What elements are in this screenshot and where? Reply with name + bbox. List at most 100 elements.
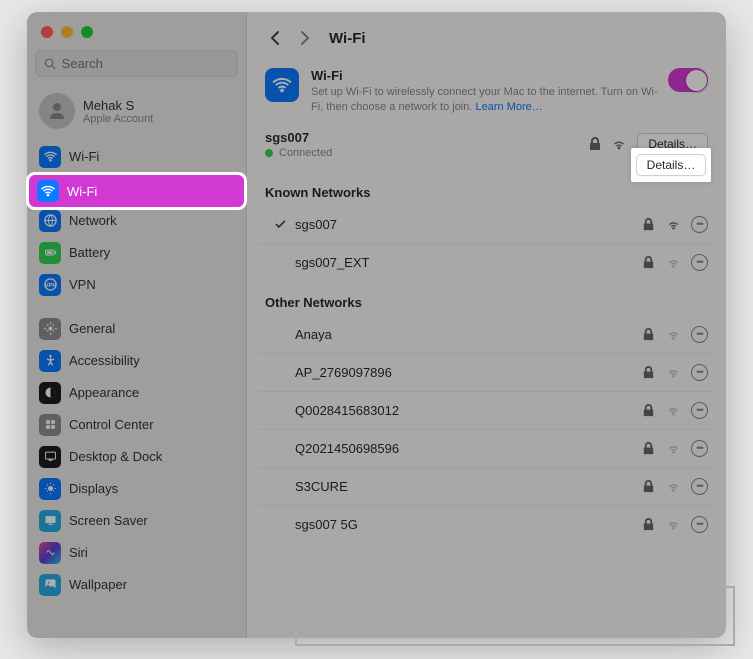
header: Wi-Fi xyxy=(247,12,726,58)
wifi-icon xyxy=(39,146,61,168)
wifi-signal-icon xyxy=(666,365,681,380)
sidebar-item-label: Desktop & Dock xyxy=(69,449,162,464)
sidebar-item-label: Screen Saver xyxy=(69,513,148,528)
more-options-button[interactable]: ••• xyxy=(691,326,708,343)
window-controls xyxy=(27,22,246,50)
network-row[interactable]: Q0028415683012 ••• xyxy=(257,392,716,430)
network-row[interactable]: Q2021450698596 ••• xyxy=(257,430,716,468)
wifi-toggle[interactable] xyxy=(668,68,708,92)
general-icon xyxy=(39,318,61,340)
lock-icon xyxy=(641,327,656,342)
lock-icon xyxy=(641,403,656,418)
more-options-button[interactable]: ••• xyxy=(691,440,708,457)
sidebar-item-battery[interactable]: Battery xyxy=(33,237,240,268)
sidebar-item-general[interactable]: General xyxy=(33,313,240,344)
sidebar-item-net[interactable]: Network xyxy=(33,205,240,236)
sidebar-item-label: Appearance xyxy=(69,385,139,400)
network-name: sgs007 xyxy=(295,217,641,232)
lock-icon xyxy=(641,217,656,232)
known-networks-list: sgs007 ••• sgs007_EXT ••• xyxy=(247,206,726,281)
sidebar-item-label: Wi-Fi xyxy=(69,149,99,164)
wifi-signal-icon xyxy=(666,327,681,342)
network-name: S3CURE xyxy=(295,479,641,494)
more-options-button[interactable]: ••• xyxy=(691,364,708,381)
wifi-hero: Wi-Fi Set up Wi-Fi to wirelessly connect… xyxy=(247,58,726,130)
network-row[interactable]: sgs007 ••• xyxy=(257,206,716,244)
lock-icon xyxy=(641,255,656,270)
sidebar-item-label: General xyxy=(69,321,115,336)
sidebar-item-cc[interactable]: Control Center xyxy=(33,409,240,440)
sidebar-item-desktop[interactable]: Desktop & Dock xyxy=(33,441,240,472)
appear-icon xyxy=(39,382,61,404)
network-row[interactable]: S3CURE ••• xyxy=(257,468,716,506)
learn-more-link[interactable]: Learn More… xyxy=(476,101,543,113)
wifi-hero-icon xyxy=(265,68,299,102)
lock-icon xyxy=(587,136,603,152)
search-icon xyxy=(44,57,57,71)
account-row[interactable]: Mehak S Apple Account xyxy=(27,87,246,141)
wifi-signal-icon xyxy=(666,441,681,456)
network-row[interactable]: sgs007_EXT ••• xyxy=(257,244,716,281)
sidebar-item-wallpaper[interactable]: Wallpaper xyxy=(33,569,240,600)
annotation-box xyxy=(295,586,735,646)
sidebar-item-label: Wallpaper xyxy=(69,577,127,592)
lock-icon xyxy=(641,517,656,532)
network-row[interactable]: Anaya ••• xyxy=(257,316,716,354)
details-button[interactable]: Details… xyxy=(636,154,707,176)
search-field[interactable] xyxy=(35,50,238,77)
account-subtitle: Apple Account xyxy=(83,113,153,125)
sidebar-item-label: Battery xyxy=(69,245,110,260)
wifi-signal-icon xyxy=(666,217,681,232)
wifi-signal-icon xyxy=(666,517,681,532)
close-button[interactable] xyxy=(41,26,53,38)
sidebar: Mehak S Apple Account Wi-FiBluetoothNetw… xyxy=(27,12,247,638)
more-options-button[interactable]: ••• xyxy=(691,216,708,233)
sidebar-item-acc[interactable]: Accessibility xyxy=(33,345,240,376)
main-content: Wi-Fi Wi-Fi Set up Wi-Fi to wirelessly c… xyxy=(247,12,726,638)
wifi-icon xyxy=(271,74,293,96)
back-button[interactable] xyxy=(263,26,287,50)
sidebar-item-vpn[interactable]: VPNVPN xyxy=(33,269,240,300)
sidebar-item-siri[interactable]: Siri xyxy=(33,537,240,568)
more-options-button[interactable]: ••• xyxy=(691,478,708,495)
checkmark-icon xyxy=(274,218,287,231)
wifi-signal-icon xyxy=(611,136,627,152)
maximize-button[interactable] xyxy=(81,26,93,38)
sidebar-item-label: Displays xyxy=(69,481,118,496)
network-row[interactable]: sgs007 5G ••• xyxy=(257,506,716,543)
hero-title: Wi-Fi xyxy=(311,68,660,83)
wallpaper-icon xyxy=(39,574,61,596)
wifi-signal-icon xyxy=(666,255,681,270)
search-input[interactable] xyxy=(62,56,229,71)
network-name: sgs007_EXT xyxy=(295,255,641,270)
sidebar-item-displays[interactable]: Displays xyxy=(33,473,240,504)
current-ssid: sgs007 xyxy=(265,130,579,145)
settings-window: Mehak S Apple Account Wi-FiBluetoothNetw… xyxy=(27,12,726,638)
more-options-button[interactable]: ••• xyxy=(691,516,708,533)
displays-icon xyxy=(39,478,61,500)
sidebar-item-wifi-highlight[interactable]: Wi-Fi xyxy=(29,175,244,207)
status-dot-icon xyxy=(265,149,273,157)
minimize-button[interactable] xyxy=(61,26,73,38)
network-row[interactable]: AP_2769097896 ••• xyxy=(257,354,716,392)
vpn-icon: VPN xyxy=(39,274,61,296)
wifi-icon xyxy=(37,180,59,202)
sidebar-item-wifi[interactable]: Wi-Fi xyxy=(33,141,240,172)
cc-icon xyxy=(39,414,61,436)
battery-icon xyxy=(39,242,61,264)
forward-button[interactable] xyxy=(293,26,317,50)
acc-icon xyxy=(39,350,61,372)
sidebar-item-appear[interactable]: Appearance xyxy=(33,377,240,408)
network-name: Q0028415683012 xyxy=(295,403,641,418)
more-options-button[interactable]: ••• xyxy=(691,402,708,419)
lock-icon xyxy=(641,479,656,494)
ss-icon xyxy=(39,510,61,532)
more-options-button[interactable]: ••• xyxy=(691,254,708,271)
siri-icon xyxy=(39,542,61,564)
sidebar-item-label: Siri xyxy=(69,545,88,560)
network-name: sgs007 5G xyxy=(295,517,641,532)
person-icon xyxy=(45,99,69,123)
sidebar-item-ss[interactable]: Screen Saver xyxy=(33,505,240,536)
network-name: Q2021450698596 xyxy=(295,441,641,456)
wifi-signal-icon xyxy=(666,403,681,418)
